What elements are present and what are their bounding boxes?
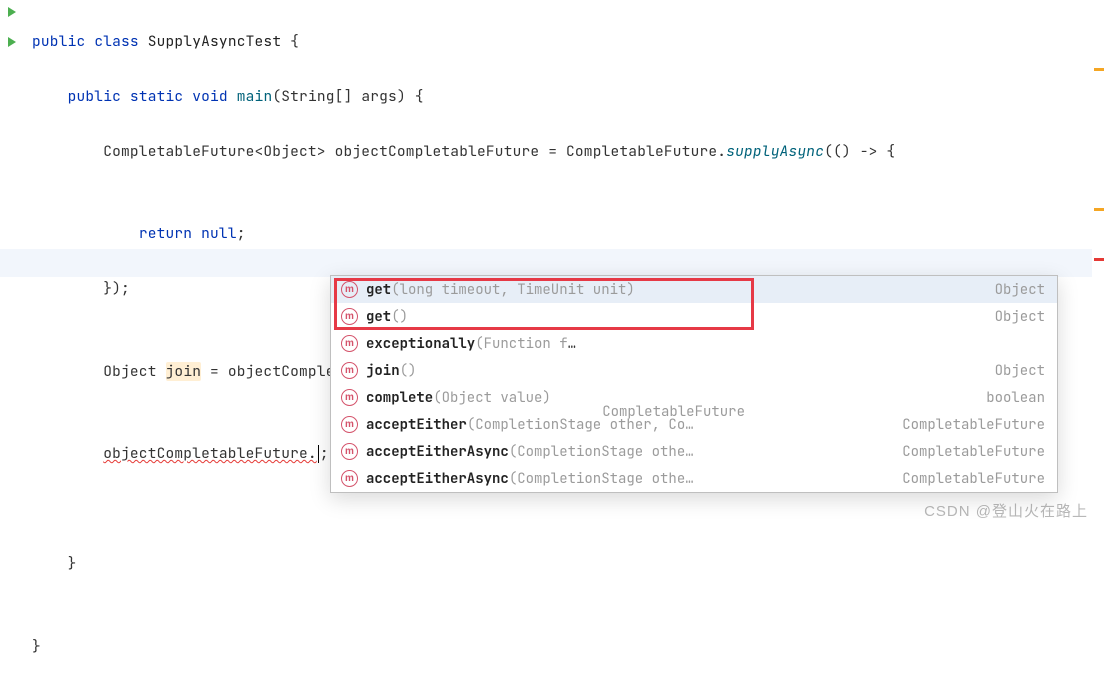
method-icon: m — [341, 389, 358, 406]
method-icon: m — [341, 308, 358, 325]
method-icon: m — [341, 362, 358, 379]
return-type: boolean — [986, 389, 1045, 407]
method-icon: m — [341, 281, 358, 298]
stripe-mark[interactable] — [1094, 208, 1104, 211]
signature: exceptionally(Function fn) — [366, 335, 584, 353]
signature: acceptEitherAsync(CompletionStage othe… — [366, 470, 884, 488]
completion-item[interactable]: m acceptEitherAsync(CompletionStage othe…… — [331, 465, 1057, 492]
method-icon: m — [341, 416, 358, 433]
stripe-mark[interactable] — [1094, 68, 1104, 71]
method-icon: m — [341, 335, 358, 352]
signature: acceptEither(CompletionStage other, Co… — [366, 416, 884, 434]
error-span: objectCompletableFuture. — [103, 444, 317, 463]
stripe-mark[interactable] — [1094, 258, 1104, 261]
method-icon: m — [341, 470, 358, 487]
watermark: CSDN @登山火在路上 — [924, 500, 1088, 521]
method-icon: m — [341, 443, 358, 460]
return-type: CompletableFuture — [902, 416, 1045, 434]
completion-popup[interactable]: mget(long timeout, TimeUnit unit)Objectm… — [330, 275, 1058, 493]
return-type: CompletableFuture — [902, 443, 1045, 461]
signature: acceptEitherAsync(CompletionStage othe… — [366, 443, 884, 461]
return-type: CompletableFuture — [902, 470, 1045, 488]
caret — [318, 445, 319, 463]
completion-item[interactable]: m acceptEither(CompletionStage other, Co…… — [331, 411, 1057, 438]
return-type: Object — [995, 362, 1045, 380]
signature: complete(Object value) — [366, 389, 968, 407]
signature: join() — [366, 362, 977, 380]
run-icon[interactable] — [8, 7, 16, 17]
unused-var: join — [166, 362, 202, 381]
run-icon[interactable] — [8, 37, 16, 47]
completion-item[interactable]: m acceptEitherAsync(CompletionStage othe…… — [331, 438, 1057, 465]
completion-item[interactable]: mexceptionally(Function fn)CompletableFu… — [331, 330, 1057, 357]
